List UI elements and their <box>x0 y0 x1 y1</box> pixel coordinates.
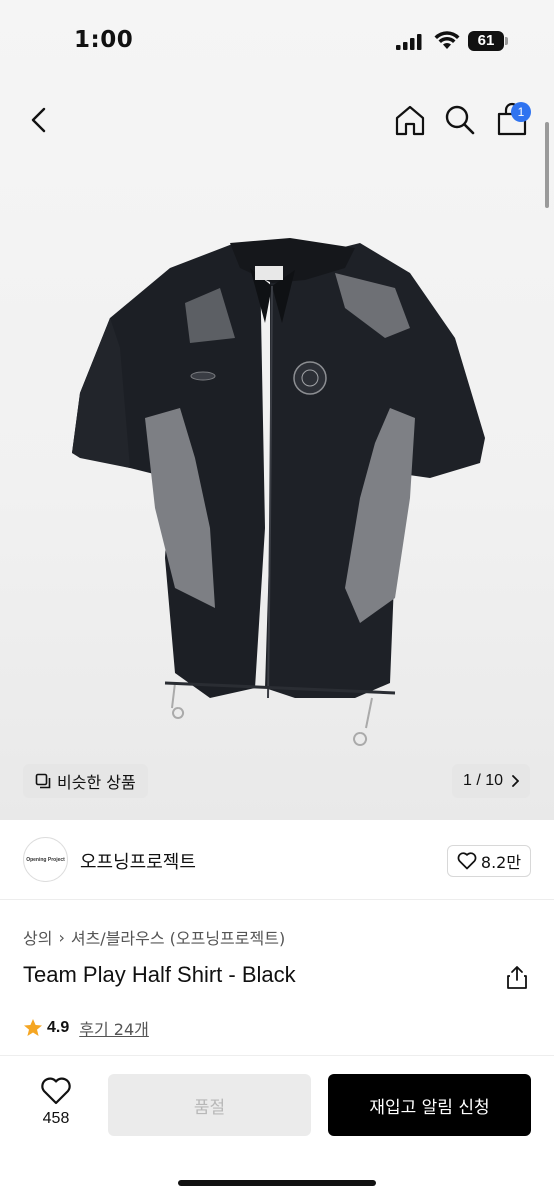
status-bar: 1:00 61 <box>0 0 554 84</box>
brand-name[interactable]: 오프닝프로젝트 <box>80 848 196 874</box>
image-counter: 1 / 10 <box>462 772 504 789</box>
signal-icon <box>396 34 422 50</box>
similar-products-label: 비슷한 상품 <box>57 773 136 792</box>
brand-like-button[interactable]: 8.2만 <box>447 845 531 877</box>
rating-score: 4.9 <box>47 1019 70 1036</box>
battery-icon: 61 <box>468 31 508 51</box>
heart-icon <box>457 852 477 870</box>
wishlist-count: 458 <box>42 1110 70 1127</box>
wishlist-heart-icon[interactable] <box>40 1076 72 1106</box>
breadcrumb-item[interactable]: 셔츠/블라우스 (오프닝프로젝트) <box>71 925 285 949</box>
cart-count-badge: 1 <box>511 102 531 122</box>
brand-logo[interactable]: Opening Project <box>23 837 68 882</box>
breadcrumb: 상의 › 셔츠/블라우스 (오프닝프로젝트) <box>23 925 285 949</box>
star-icon <box>24 1019 42 1036</box>
top-navigation <box>0 96 554 146</box>
search-icon[interactable] <box>442 102 478 138</box>
brand-row[interactable]: Opening Project 오프닝프로젝트 8.2만 <box>0 820 554 900</box>
breadcrumb-item[interactable]: 상의 <box>23 925 52 949</box>
scrollbar[interactable] <box>545 122 549 208</box>
image-counter-button[interactable]: 1 / 10 <box>452 764 530 798</box>
copy-icon <box>35 773 51 789</box>
reviews-link[interactable]: 후기 24개 <box>79 1016 149 1040</box>
brand-like-count: 8.2만 <box>480 853 522 872</box>
chevron-right-icon: › <box>58 927 65 947</box>
status-time: 1:00 <box>74 27 134 53</box>
home-icon[interactable] <box>392 102 428 138</box>
share-icon[interactable] <box>505 964 529 990</box>
bottom-action-bar: 458 품절 재입고 알림 신청 <box>0 1055 554 1200</box>
product-title: Team Play Half Shirt - Black <box>23 962 296 987</box>
home-indicator <box>178 1180 376 1186</box>
wifi-icon <box>434 31 460 49</box>
rating-row: 4.9 후기 24개 <box>23 1016 149 1040</box>
battery-level: 61 <box>477 32 495 49</box>
soldout-button: 품절 <box>108 1074 311 1136</box>
back-icon[interactable] <box>24 104 54 136</box>
similar-products-button[interactable]: 비슷한 상품 <box>23 764 148 798</box>
product-photo[interactable] <box>60 228 500 778</box>
chevron-right-icon <box>512 775 520 787</box>
restock-alert-button[interactable]: 재입고 알림 신청 <box>328 1074 531 1136</box>
